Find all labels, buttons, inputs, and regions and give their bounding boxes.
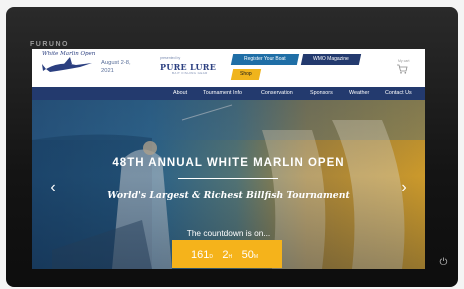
- cart-label: My cart: [398, 59, 410, 63]
- screen: White Marlin Open August 2-8, 2021 prese…: [32, 49, 425, 269]
- nav-item-contact-us[interactable]: Contact Us: [385, 87, 412, 100]
- device-brand: FURUNO: [30, 41, 69, 48]
- countdown-hours: 2: [222, 249, 229, 261]
- wmo-magazine-button[interactable]: WMO Magazine: [300, 54, 362, 65]
- shop-button[interactable]: Shop: [230, 69, 262, 80]
- presented-by-label: presented by: [160, 56, 181, 60]
- nav-item-tournament-info[interactable]: Tournament Info: [203, 87, 242, 100]
- register-boat-label: Register Your Boat: [244, 56, 286, 62]
- site-header: White Marlin Open August 2-8, 2021 prese…: [32, 49, 425, 87]
- hero-headline: 48TH ANNUAL WHITE MARLIN OPEN: [112, 157, 345, 169]
- main-nav: About Tournament Info Conservation Spons…: [32, 87, 425, 100]
- wmo-magazine-label: WMO Magazine: [313, 56, 349, 62]
- cart-icon[interactable]: [396, 64, 408, 74]
- nav-item-weather[interactable]: Weather: [349, 87, 369, 100]
- nav-item-sponsors[interactable]: Sponsors: [310, 87, 333, 100]
- register-boat-button[interactable]: Register Your Boat: [230, 54, 300, 65]
- nav-item-conservation[interactable]: Conservation: [261, 87, 293, 100]
- shop-label: Shop: [240, 71, 252, 77]
- countdown-days: 161: [190, 249, 210, 261]
- hero-tagline: World's Largest & Richest Billfish Tourn…: [107, 190, 350, 201]
- nav-item-about[interactable]: About: [173, 87, 187, 100]
- countdown-label: The countdown is on...: [186, 228, 271, 238]
- countdown-timer: 161D 2H 50M: [172, 240, 282, 268]
- power-icon[interactable]: ⏻: [438, 257, 449, 268]
- countdown-hours-unit: H: [228, 254, 233, 260]
- sponsor-subtitle: BAIT FISHING GEAR: [172, 71, 208, 75]
- countdown-minutes-unit: M: [253, 254, 259, 260]
- tournament-dates: August 2-8, 2021: [101, 60, 131, 74]
- hero-banner: ‹ › 48TH ANNUAL WHITE MARLIN OPEN World'…: [32, 100, 425, 269]
- hero-divider: [178, 178, 278, 179]
- countdown-days-unit: D: [209, 254, 213, 260]
- logo-text: White Marlin Open: [42, 51, 96, 57]
- countdown-minutes: 50: [241, 249, 254, 261]
